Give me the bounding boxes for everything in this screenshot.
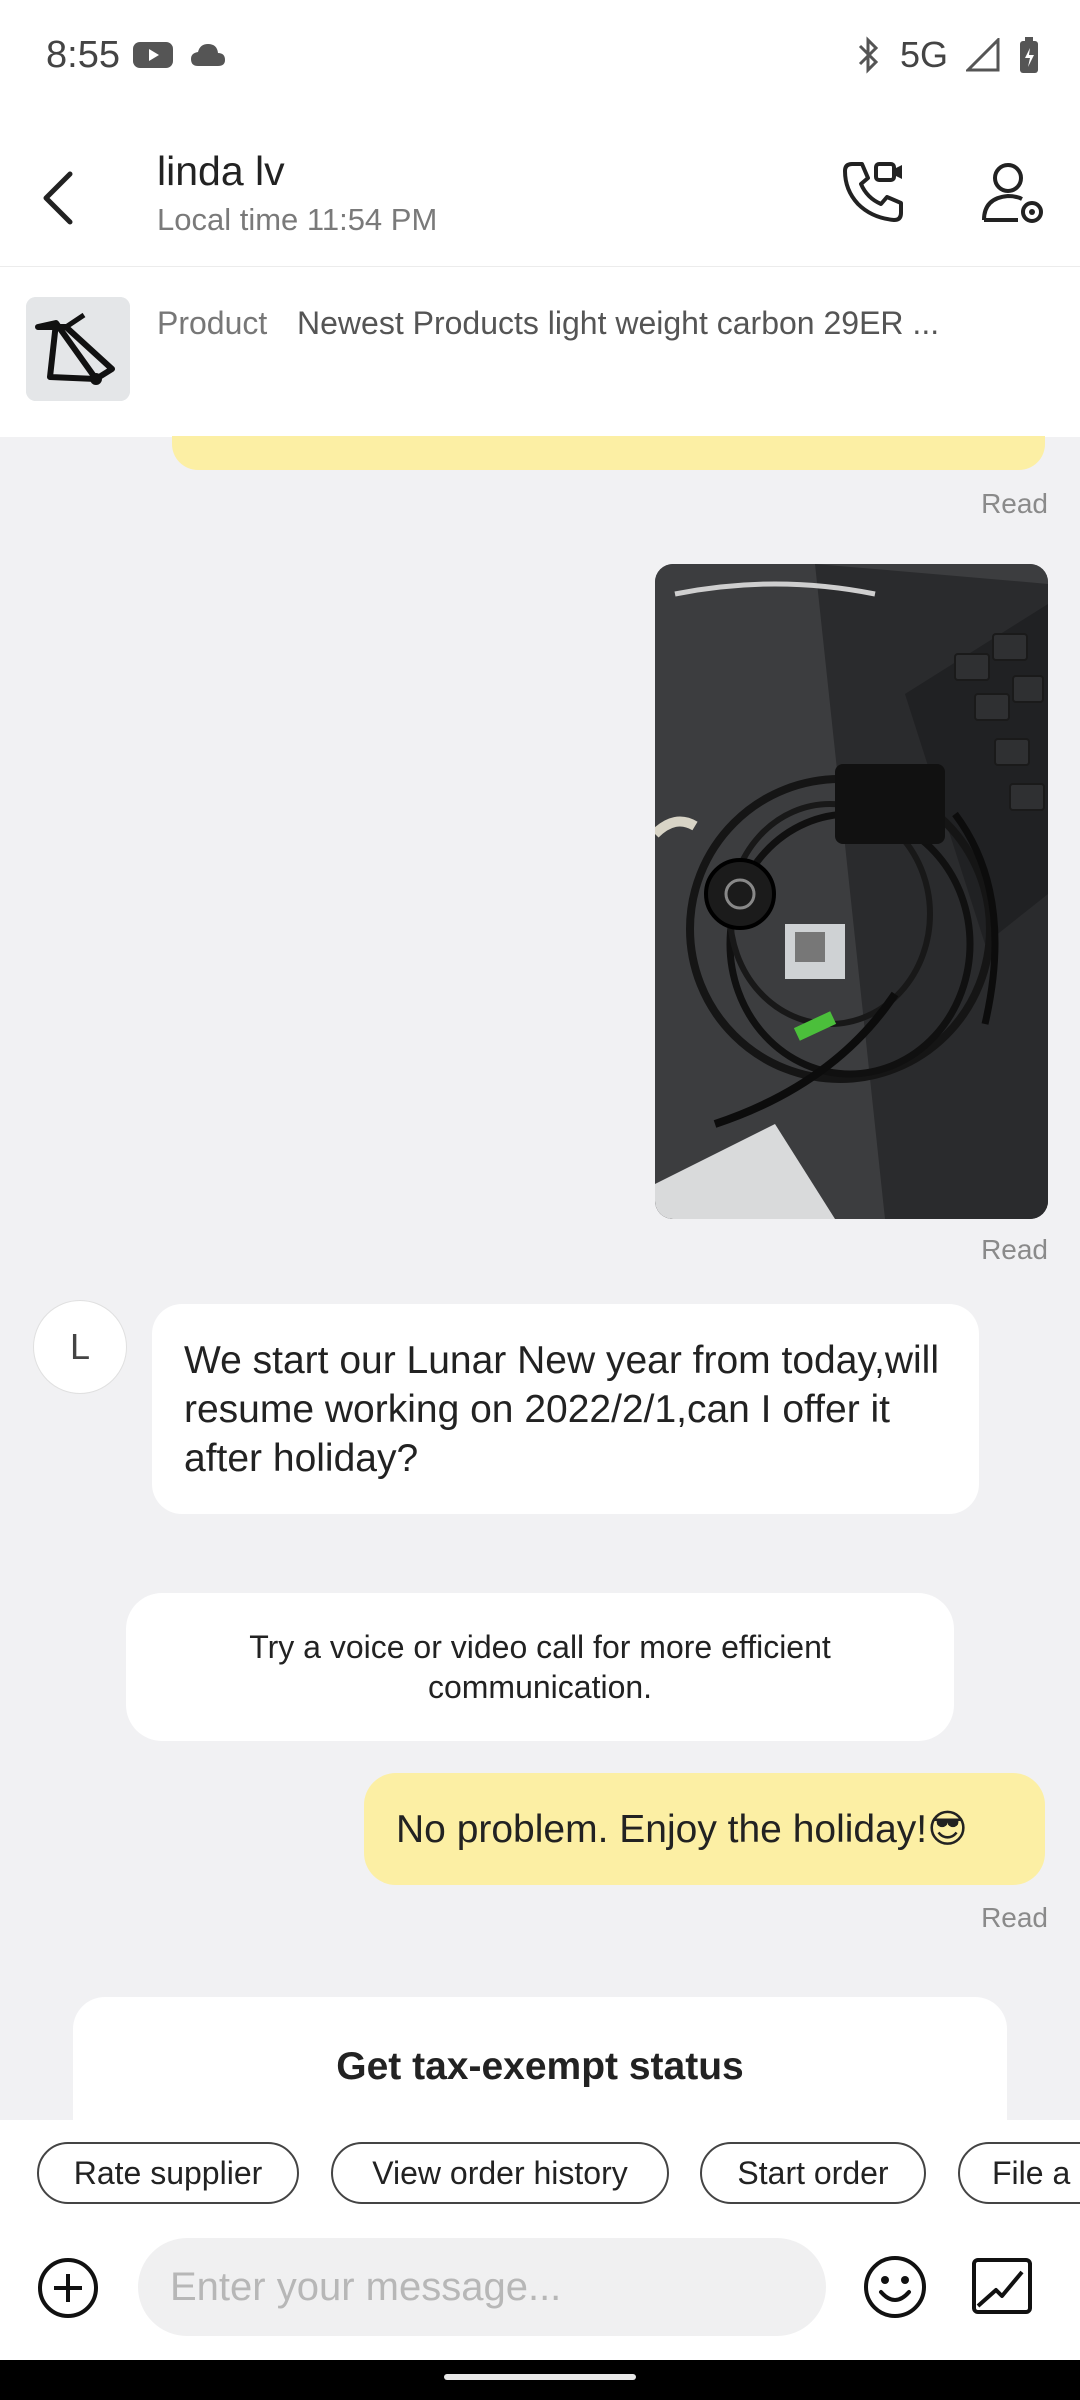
signal-icon <box>966 38 1000 72</box>
chat-header: linda lv Local time 11:54 PM <box>0 120 1080 266</box>
view-order-history-chip[interactable]: View order history <box>331 2142 669 2204</box>
phone-video-icon <box>843 162 903 222</box>
image-button[interactable] <box>970 2254 1034 2318</box>
status-bar: 8:55 5G <box>0 0 1080 120</box>
tax-card-title: Get tax-exempt status <box>336 2045 744 2088</box>
contact-name[interactable]: linda lv <box>157 148 285 195</box>
status-notification-icons <box>132 40 226 70</box>
contact-local-time: Local time 11:54 PM <box>157 202 438 237</box>
start-order-chip[interactable]: Start order <box>700 2142 926 2204</box>
quick-actions-bar: Rate supplier View order history Start o… <box>0 2120 1080 2230</box>
message-input[interactable] <box>138 2238 826 2336</box>
status-time: 8:55 <box>46 34 120 76</box>
product-thumbnail[interactable] <box>26 297 130 401</box>
bluetooth-icon <box>858 36 879 74</box>
contact-avatar[interactable]: L <box>33 1300 127 1394</box>
back-button[interactable] <box>30 160 90 230</box>
battery-icon <box>1020 37 1038 73</box>
add-attachment-button[interactable] <box>36 2256 100 2320</box>
system-nav-bar <box>0 2360 1080 2400</box>
sent-photo[interactable] <box>655 564 1048 1219</box>
rate-supplier-chip[interactable]: Rate supplier <box>37 2142 299 2204</box>
chevron-left-icon <box>43 171 73 225</box>
call-suggestion-note[interactable]: Try a voice or video call for more effic… <box>126 1593 954 1741</box>
read-receipt: Read <box>981 1234 1048 1265</box>
network-type: 5G <box>899 34 948 75</box>
message-input-bar <box>0 2230 1080 2360</box>
home-indicator[interactable] <box>444 2374 636 2380</box>
product-bar[interactable]: Product Newest Products light weight car… <box>0 266 1080 437</box>
bike-frame-image <box>26 297 130 401</box>
cloud-icon <box>191 44 225 66</box>
contact-profile-button[interactable] <box>976 156 1048 228</box>
message-bubble-outgoing[interactable]: No problem. Enjoy the holiday!😎 <box>364 1773 1045 1885</box>
tax-exempt-card[interactable]: Get tax-exempt status <box>73 1997 1007 2120</box>
message-bubble-incoming[interactable]: We start our Lunar New year from today,w… <box>152 1304 979 1514</box>
read-receipt: Read <box>981 1902 1048 1933</box>
message-bubble-outgoing-partial[interactable] <box>172 436 1045 470</box>
call-button[interactable] <box>838 156 910 228</box>
cable-photo <box>655 564 1048 1219</box>
chat-messages[interactable]: Read Read L We start our Lunar New year … <box>0 436 1080 2120</box>
smiley-icon <box>864 2256 926 2318</box>
youtube-icon <box>133 42 173 68</box>
status-system-icons: 5G <box>856 34 1040 76</box>
read-receipt: Read <box>981 488 1048 519</box>
file-a-claim-chip[interactable]: File a c <box>958 2142 1080 2204</box>
product-title[interactable]: Newest Products light weight carbon 29ER… <box>297 305 939 342</box>
user-settings-icon <box>982 163 1043 223</box>
image-icon <box>972 2258 1032 2314</box>
emoji-button[interactable] <box>862 2254 928 2320</box>
product-label: Product <box>157 305 268 341</box>
plus-circle-icon <box>38 2258 98 2318</box>
